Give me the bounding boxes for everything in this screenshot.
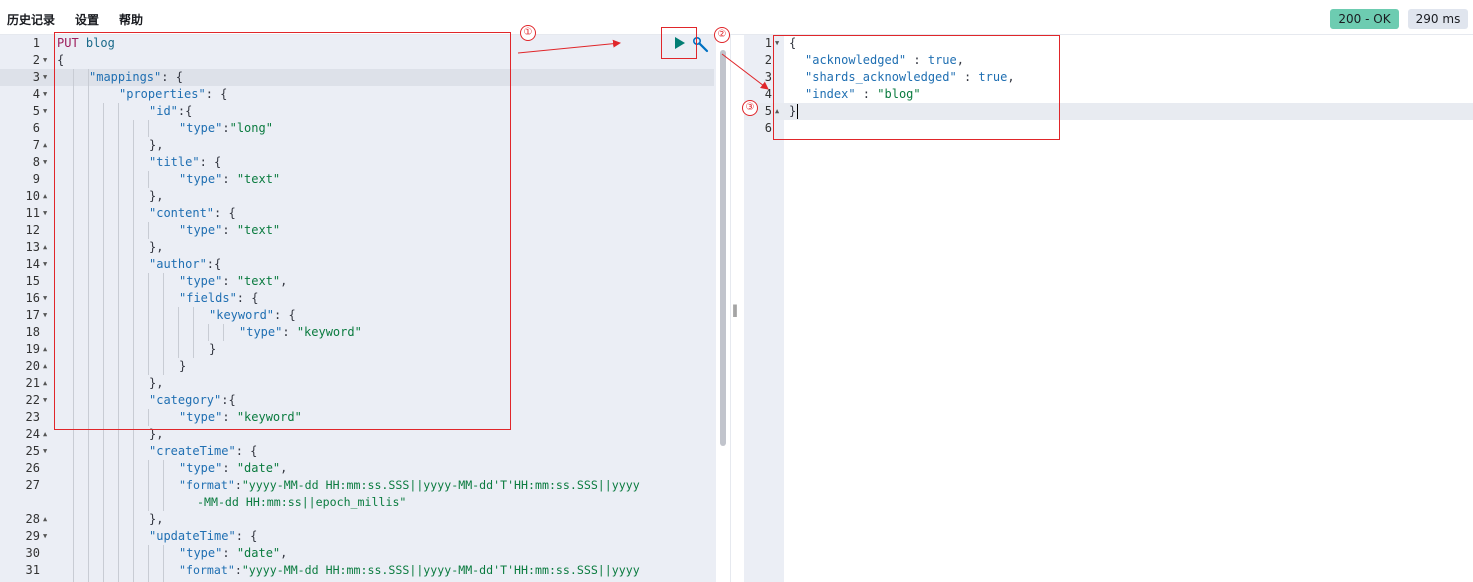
annotation-arrows [517,39,769,90]
